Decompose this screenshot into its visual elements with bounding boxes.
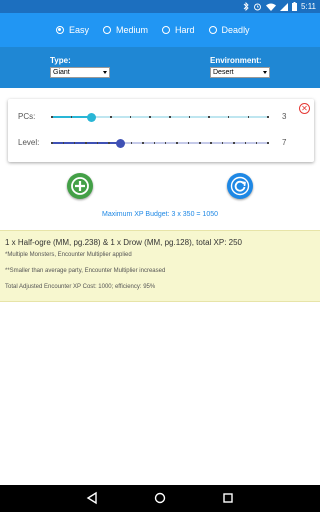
pcs-tick (149, 116, 151, 118)
dropdown-arrow-icon (263, 71, 267, 74)
environment-select-value: Desert (213, 69, 234, 76)
pcs-tick (110, 116, 112, 118)
type-label: Type: (50, 56, 71, 65)
radio-unchecked-icon (208, 26, 217, 34)
level-tick (176, 142, 178, 144)
radio-deadly[interactable]: Deadly (208, 25, 250, 35)
level-slider[interactable] (51, 137, 269, 149)
smaller-party-note: **Smaller than average party, Encounter … (5, 268, 166, 274)
generate-encounter-button[interactable] (227, 173, 253, 199)
radio-hard[interactable]: Hard (162, 25, 195, 35)
level-tick (255, 142, 258, 144)
level-slider-thumb[interactable] (115, 138, 125, 148)
level-tick (62, 142, 65, 144)
environment-select[interactable]: Desert (210, 67, 270, 78)
encounter-results: 1 x Half-ogre (MM, pg.238) & 1 x Drow (M… (0, 230, 320, 302)
environment-label: Environment: (210, 56, 262, 65)
xp-budget-text: Maximum XP Budget: 3 x 350 = 1050 (101, 211, 219, 218)
status-time: 5:11 (301, 2, 316, 11)
level-tick (73, 142, 76, 144)
radio-hard-label: Hard (175, 25, 195, 35)
pcs-label: PCs: (18, 112, 36, 121)
recents-icon[interactable] (222, 491, 234, 505)
level-tick (210, 142, 212, 144)
level-tick (164, 142, 167, 144)
radio-medium-label: Medium (116, 25, 149, 35)
slider-card: PCs: 3 Level: 7 (8, 99, 314, 162)
pcs-value: 3 (282, 112, 287, 121)
total-xp-cost: Total Adjusted Encounter XP Cost: 1000; … (5, 284, 156, 290)
difficulty-bar: Easy Medium Hard Deadly (0, 13, 320, 47)
type-select[interactable]: Giant (50, 67, 110, 78)
radio-easy[interactable]: Easy (56, 25, 89, 35)
home-icon[interactable] (154, 491, 166, 505)
pcs-slider-thumb[interactable] (86, 112, 96, 122)
alarm-icon (254, 3, 261, 11)
level-value: 7 (282, 138, 287, 147)
bluetooth-icon (243, 2, 249, 11)
dropdown-arrow-icon (103, 71, 107, 74)
level-tick (153, 142, 156, 144)
level-tick (221, 142, 224, 144)
level-tick (142, 142, 144, 144)
level-tick (233, 142, 235, 144)
encounter-summary: 1 x Half-ogre (MM, pg.238) & 1 x Drow (M… (5, 238, 242, 247)
pcs-tick (267, 116, 269, 118)
level-tick (199, 142, 201, 144)
level-tick (108, 142, 110, 144)
level-tick (267, 142, 269, 144)
radio-easy-label: Easy (69, 25, 90, 35)
level-tick (85, 142, 87, 144)
type-select-value: Giant (53, 69, 70, 76)
multiple-monsters-note: *Multiple Monsters, Encounter Multiplier… (5, 252, 132, 258)
pcs-tick (169, 116, 171, 118)
pcs-tick (188, 116, 191, 118)
level-tick (244, 142, 246, 144)
signal-icon (280, 2, 289, 11)
level-tick (187, 142, 190, 144)
navigation-bar (0, 485, 320, 512)
refresh-icon (230, 176, 250, 196)
pcs-tick (208, 116, 210, 118)
radio-unchecked-icon (103, 26, 112, 34)
radio-deadly-label: Deadly (221, 25, 250, 35)
close-icon: ✕ (301, 104, 308, 113)
filter-panel: Type: Giant Environment: Desert (0, 47, 320, 88)
pcs-tick (129, 116, 132, 118)
status-bar: 5:11 (0, 0, 320, 13)
radio-medium[interactable]: Medium (103, 25, 148, 35)
level-tick (96, 142, 99, 144)
pcs-tick (70, 116, 73, 118)
pcs-slider[interactable] (51, 111, 269, 123)
radio-checked-icon (56, 26, 64, 34)
pcs-tick (227, 116, 230, 118)
radio-unchecked-icon (162, 26, 171, 34)
level-tick (130, 142, 133, 144)
add-group-button[interactable] (67, 173, 93, 199)
wifi-icon (266, 3, 277, 11)
back-icon[interactable] (86, 491, 98, 505)
level-label: Level: (18, 138, 40, 147)
pcs-tick (51, 116, 53, 118)
plus-circle-icon (71, 177, 89, 195)
remove-group-button[interactable]: ✕ (299, 103, 310, 114)
battery-icon (292, 2, 298, 11)
status-icons: 5:11 (243, 1, 316, 12)
pcs-tick (247, 116, 250, 118)
level-tick (51, 142, 53, 144)
